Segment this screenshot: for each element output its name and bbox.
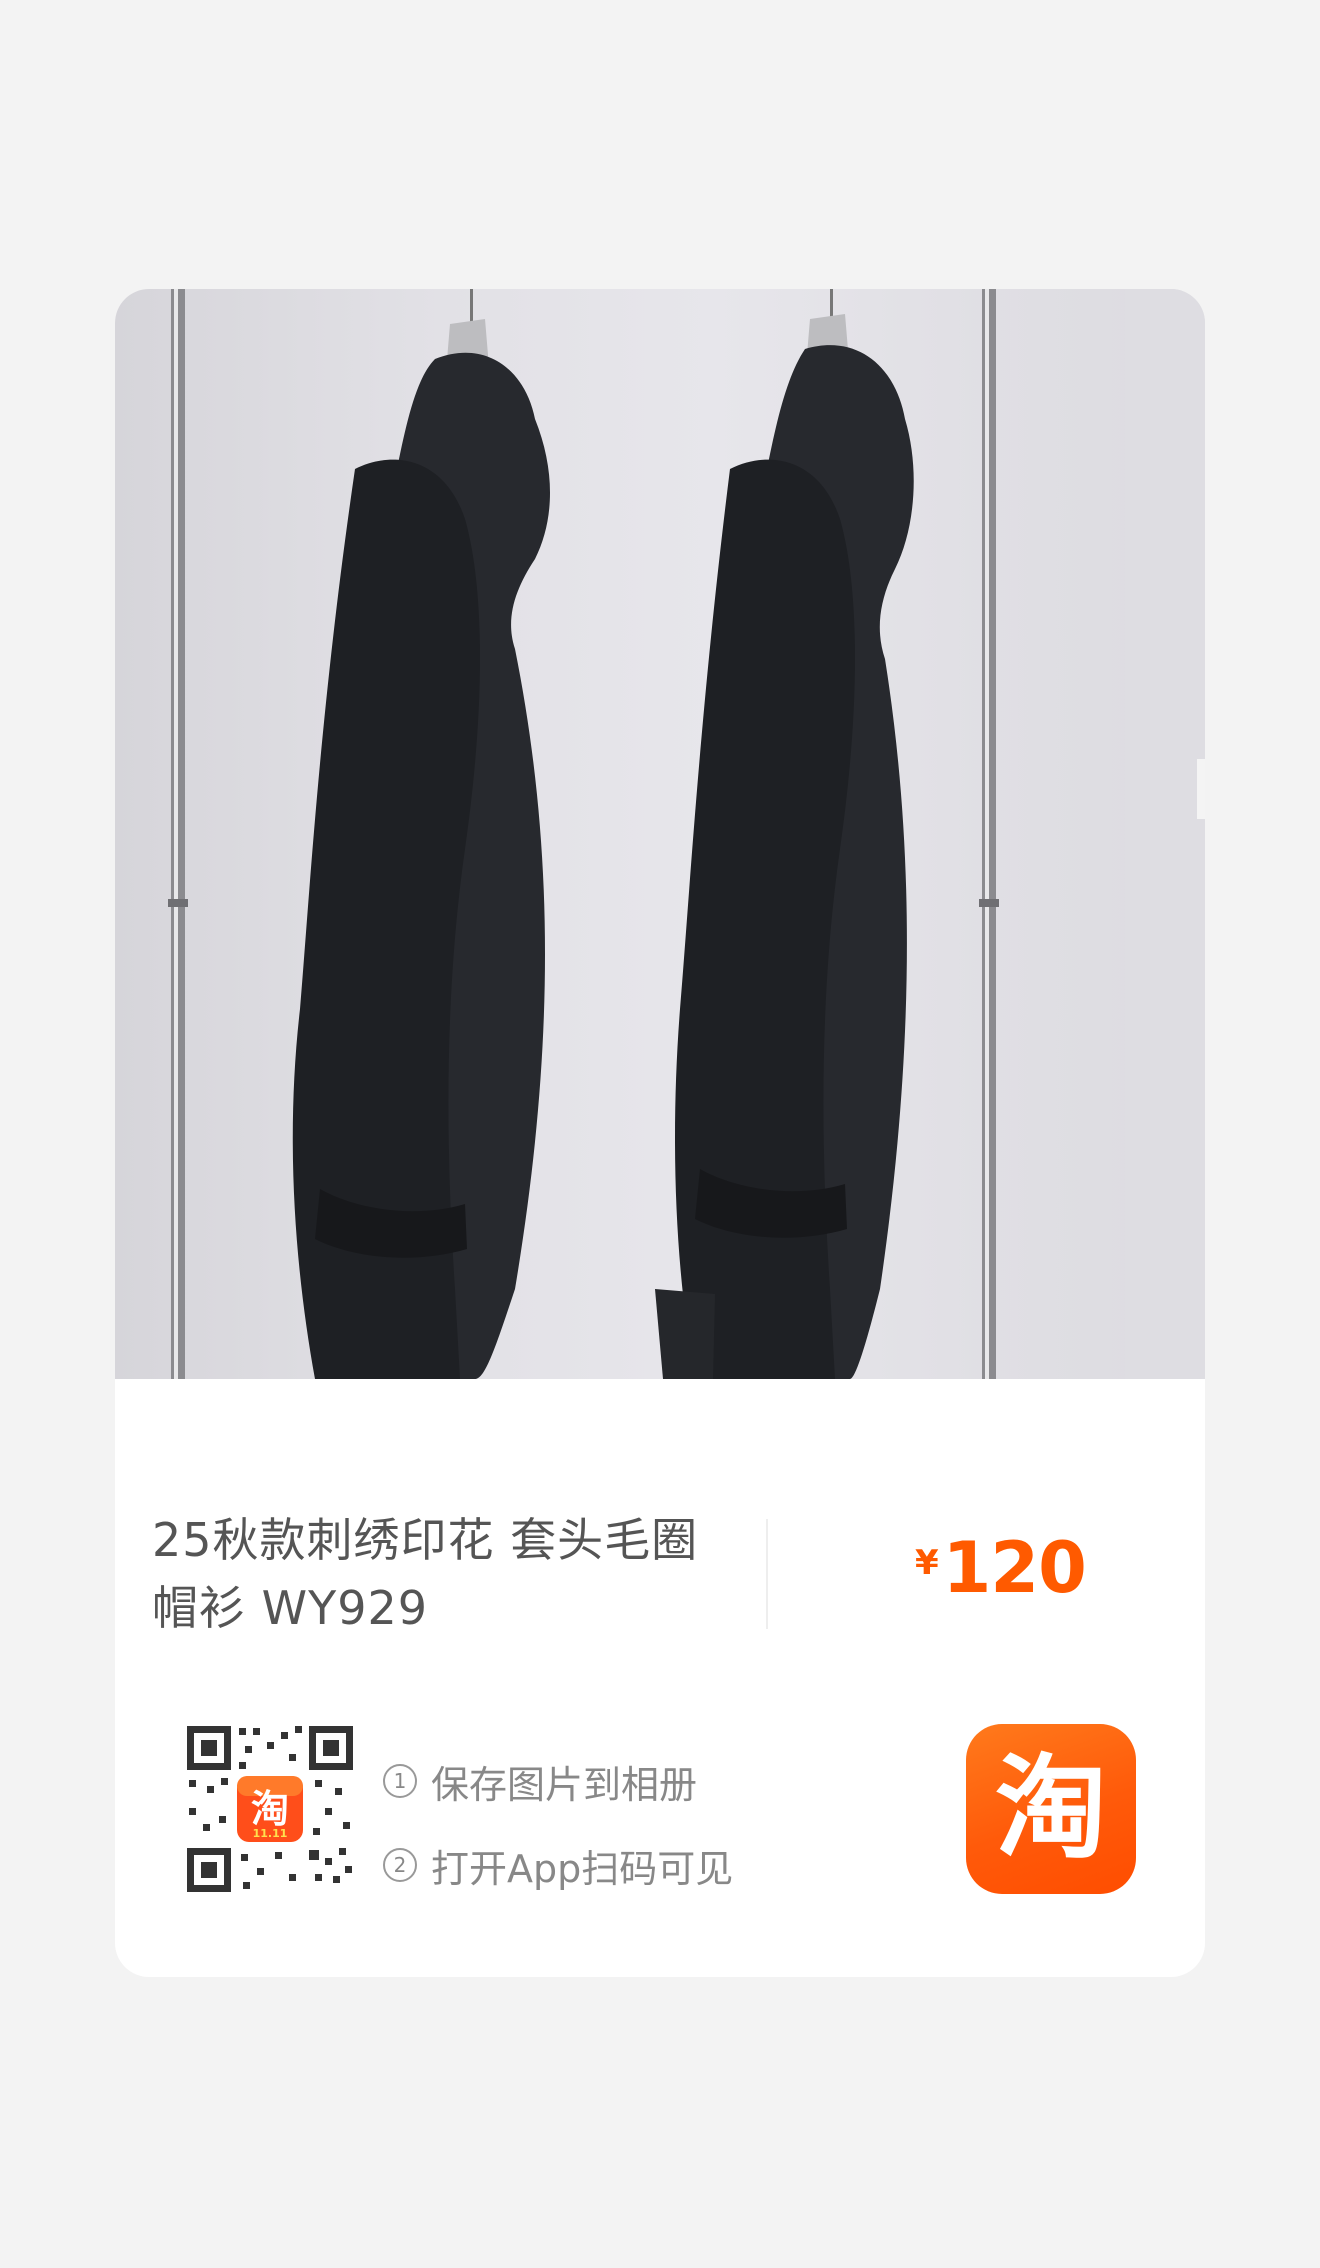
qr-center-glyph: 淘: [251, 1787, 289, 1831]
step-open-app: 2 打开App扫码可见: [383, 1823, 733, 1907]
product-info: 25秋款刺绣印花 套头毛圈 帽衫 WY929 ¥120 淘 11.11 1 保存…: [115, 1379, 1205, 1977]
hoodies-on-rack-image: [168, 289, 1205, 1379]
divider: [766, 1519, 768, 1629]
taobao-logo-glyph: 淘: [995, 1744, 1107, 1874]
qr-center-sub: 11.11: [253, 1827, 288, 1840]
currency-symbol: ¥: [915, 1543, 939, 1583]
step-2-number-icon: 2: [383, 1848, 417, 1882]
product-photo[interactable]: [115, 289, 1205, 1379]
qr-code-image: 淘 11.11: [185, 1724, 355, 1894]
step-save-image: 1 保存图片到相册: [383, 1739, 733, 1823]
step-1-text: 保存图片到相册: [431, 1762, 698, 1807]
qr-code[interactable]: 淘 11.11: [185, 1724, 355, 1894]
product-title-line-2: 帽衫 WY929: [152, 1581, 429, 1635]
taobao-logo-icon[interactable]: 淘: [966, 1724, 1136, 1894]
product-share-card: 25秋款刺绣印花 套头毛圈 帽衫 WY929 ¥120 淘 11.11 1 保存…: [115, 289, 1205, 1977]
step-2-text: 打开App扫码可见: [431, 1846, 734, 1891]
product-title-line-1: 25秋款刺绣印花 套头毛圈: [152, 1513, 699, 1567]
price-amount: 120: [942, 1527, 1087, 1609]
product-title[interactable]: 25秋款刺绣印花 套头毛圈 帽衫 WY929: [152, 1506, 752, 1642]
step-1-number-icon: 1: [383, 1764, 417, 1798]
product-price: ¥120: [915, 1527, 1087, 1609]
share-instructions: 1 保存图片到相册 2 打开App扫码可见: [383, 1739, 733, 1907]
